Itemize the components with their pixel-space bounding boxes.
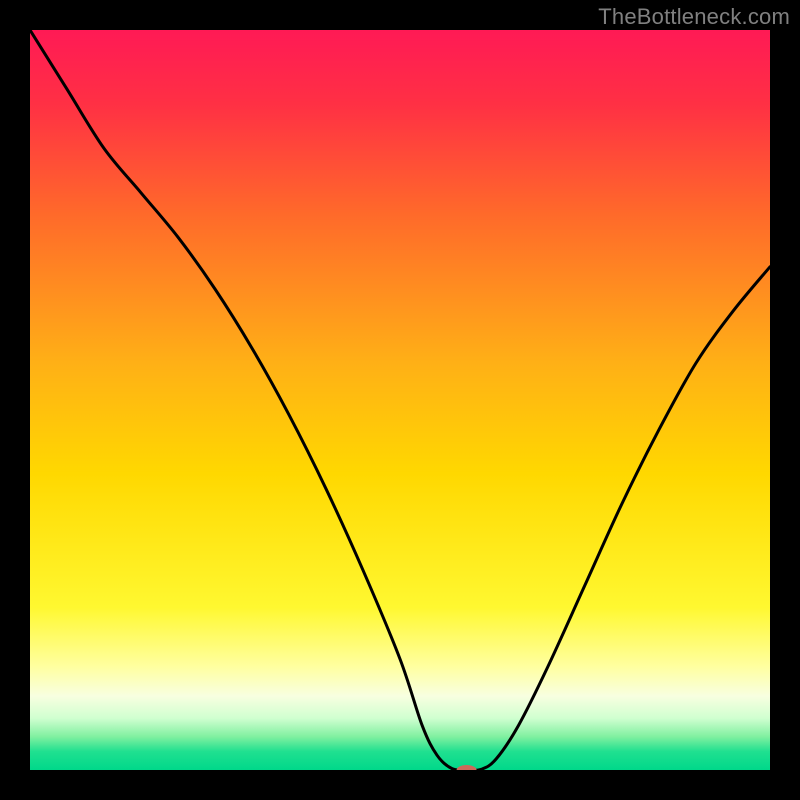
watermark-text: TheBottleneck.com (598, 4, 790, 30)
chart-container: TheBottleneck.com (0, 0, 800, 800)
chart-svg (30, 30, 770, 770)
plot-area (30, 30, 770, 770)
